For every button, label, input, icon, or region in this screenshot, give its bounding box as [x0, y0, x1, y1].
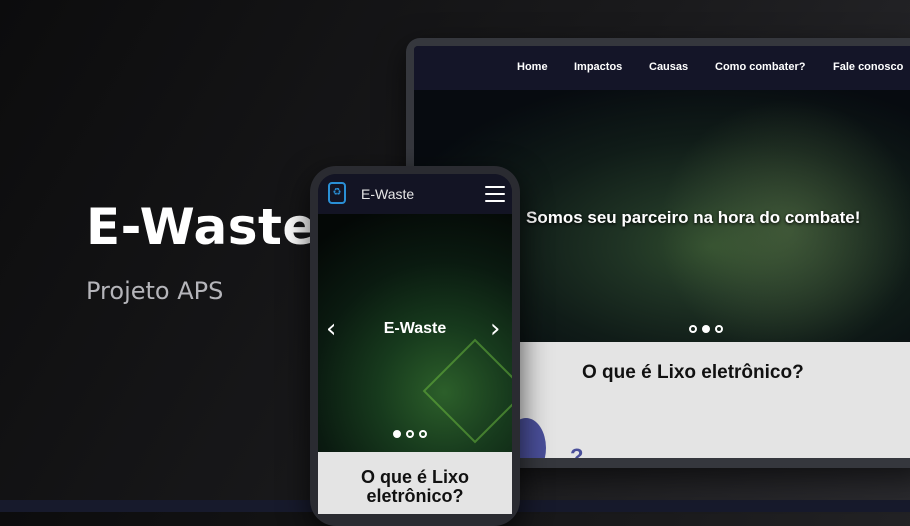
phone-mockup: ♻ E-Waste ‹ E-Waste › O que é Lixo eletr… [310, 166, 520, 526]
nav-item-como-combater[interactable]: Como combater? [715, 61, 805, 73]
nav-item-causas[interactable]: Causas [649, 61, 688, 73]
carousel-dot-2[interactable] [406, 430, 414, 438]
chevron-right-icon[interactable]: › [490, 316, 500, 342]
question-mark-glyph: ? [570, 444, 584, 458]
laptop-slide-caption: Somos seu parceiro na hora do combate! [526, 208, 861, 227]
laptop-navbar: Home Impactos Causas Como combater? Fale… [414, 46, 910, 90]
recycle-icon[interactable]: ♻ [328, 182, 346, 204]
phone-section-title: O que é Lixo eletrônico? [360, 467, 470, 506]
carousel-dot-3[interactable] [715, 325, 723, 333]
phone-screen: ♻ E-Waste ‹ E-Waste › O que é Lixo eletr… [318, 174, 512, 514]
nav-item-impactos[interactable]: Impactos [574, 61, 622, 73]
carousel-dot-1[interactable] [689, 325, 697, 333]
laptop-carousel-indicators [689, 325, 723, 333]
hero-subtitle: Projeto APS [86, 277, 224, 305]
carousel-dot-2[interactable] [702, 325, 710, 333]
nav-item-home[interactable]: Home [517, 61, 548, 73]
nav-item-fale-conosco[interactable]: Fale conosco [833, 61, 903, 73]
phone-carousel-indicators [393, 430, 427, 438]
phone-brand[interactable]: E-Waste [361, 186, 414, 202]
phone-content-section: O que é Lixo eletrônico? [318, 452, 512, 514]
carousel-dot-1[interactable] [393, 430, 401, 438]
circuit-image [422, 338, 512, 444]
hamburger-icon[interactable] [485, 186, 505, 202]
hero-title: E-Waste [86, 198, 317, 256]
phone-slide-caption: E-Waste [383, 320, 447, 337]
phone-header: ♻ E-Waste [318, 174, 512, 214]
phone-hero-carousel: ‹ E-Waste › [318, 214, 512, 452]
laptop-section-title: O que é Lixo eletrônico? [582, 362, 804, 383]
carousel-dot-3[interactable] [419, 430, 427, 438]
